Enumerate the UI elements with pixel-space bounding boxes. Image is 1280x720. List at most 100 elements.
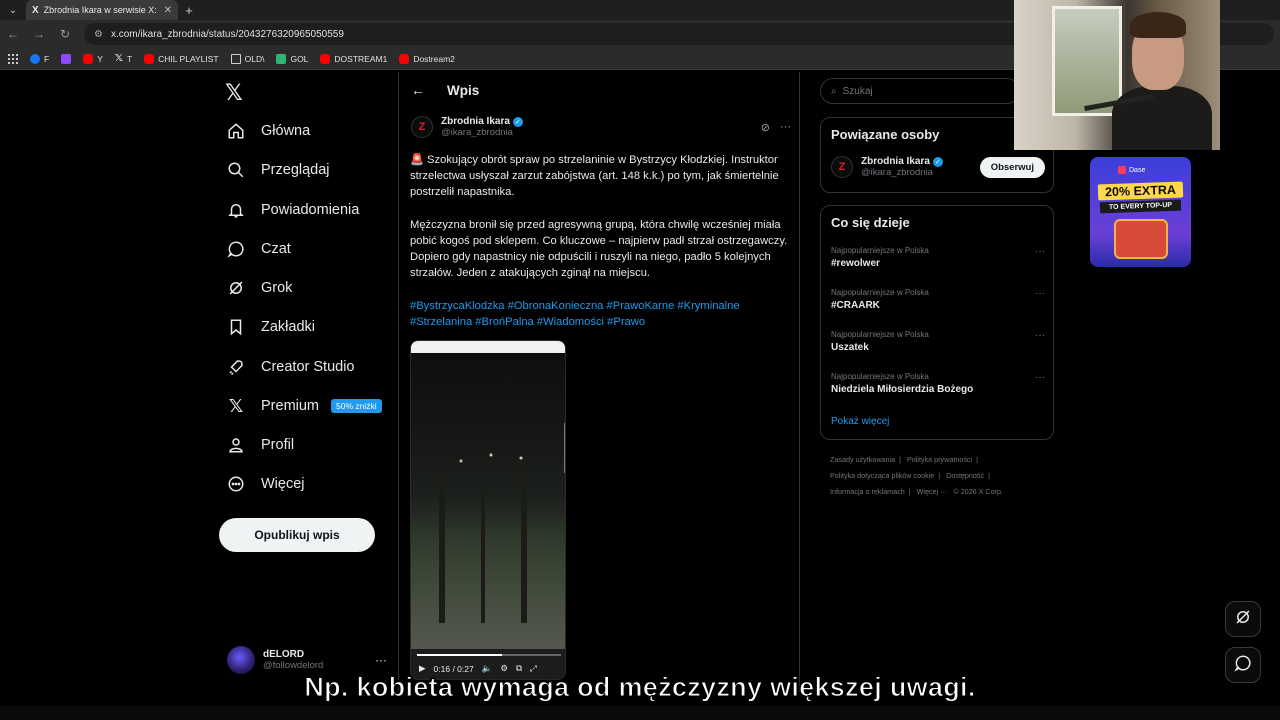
nav-item-premium[interactable]: 𝕏 Premium 50% zniżki bbox=[225, 395, 382, 417]
bookmark-item[interactable]: CHIL PLAYLIST bbox=[144, 53, 219, 64]
nav-item-explore[interactable]: Przeglądaj bbox=[225, 159, 330, 181]
related-title: Powiązane osoby bbox=[831, 127, 940, 142]
bookmark-item[interactable]: Dostream2 bbox=[399, 53, 455, 64]
tab-search-icon[interactable]: ⌄ bbox=[0, 0, 26, 20]
bottom-strip bbox=[0, 706, 1280, 720]
video-subtitle: Np. kobieta wymaga od mężczyzny większej… bbox=[304, 672, 976, 703]
author-handle[interactable]: @ikara_zbrodnia bbox=[441, 127, 523, 138]
nav-item-home[interactable]: Główna bbox=[225, 120, 310, 142]
more-dots-icon[interactable]: ··· bbox=[1035, 246, 1045, 257]
bookmark-item[interactable] bbox=[61, 53, 72, 64]
footer-links: Zasady użytkowania | Polityka prywatności… bbox=[830, 455, 1003, 496]
gol-icon bbox=[276, 53, 287, 64]
main-column: ← Wpis Z Zbrodnia Ikara ✓ @ikara_zbrodni… bbox=[398, 72, 800, 692]
related-person-handle: @ikara_zbrodnia bbox=[861, 167, 933, 178]
ad-brand: Dase bbox=[1129, 166, 1146, 174]
facebook-icon bbox=[30, 53, 40, 64]
trend-item[interactable]: Najpopularniejsze w Polska Uszatek ··· bbox=[831, 330, 1045, 353]
video-top-bar bbox=[411, 341, 565, 353]
more-dots-icon[interactable]: ··· bbox=[375, 653, 387, 667]
apps-grid-icon[interactable] bbox=[8, 53, 18, 64]
author-avatar[interactable]: Z bbox=[411, 116, 433, 138]
trend-item[interactable]: Najpopularniejsze w Polska #CRAARK ··· bbox=[831, 288, 1045, 311]
nav-item-bookmarks[interactable]: Zakładki bbox=[225, 316, 315, 338]
follow-button[interactable]: Obserwuj bbox=[979, 156, 1045, 178]
footer-link[interactable]: Polityka prywatności bbox=[907, 455, 972, 464]
treasure-chest-icon bbox=[1114, 219, 1168, 259]
x-favicon-icon: X bbox=[32, 4, 39, 16]
new-tab-button[interactable]: + bbox=[178, 3, 200, 18]
forward-icon[interactable]: → bbox=[32, 27, 46, 41]
author-avatar: Z bbox=[831, 156, 853, 178]
url-text: x.com/ikara_zbrodnia/status/204327632096… bbox=[110, 28, 344, 40]
trend-item[interactable]: Najpopularniejsze w Polska #rewolwer ··· bbox=[831, 246, 1045, 269]
footer-link[interactable]: Dostępność bbox=[946, 471, 984, 480]
x-logo-icon[interactable]: 𝕏 bbox=[225, 80, 243, 106]
related-person-name: Zbrodnia Ikara bbox=[861, 156, 930, 167]
site-info-icon[interactable]: ⚙ bbox=[94, 29, 103, 40]
trend-item[interactable]: Najpopularniejsze w Polska Niedziela Mił… bbox=[831, 372, 1045, 395]
search-input[interactable]: ⌕ Szukaj bbox=[820, 78, 1020, 104]
video-progress-bar[interactable] bbox=[417, 654, 561, 656]
nav-item-profile[interactable]: Profil bbox=[225, 434, 294, 456]
footer-link[interactable]: Polityka dotycząca plików cookie bbox=[830, 471, 934, 480]
footer-link[interactable]: Informacja o reklamach bbox=[830, 487, 905, 496]
post-paragraph: 🚨 Szokujący obrót spraw po strzelaninie … bbox=[410, 154, 779, 199]
nav-item-creator-studio[interactable]: Creator Studio bbox=[225, 356, 355, 378]
verified-badge-icon: ✓ bbox=[932, 156, 943, 167]
search-icon bbox=[225, 159, 247, 181]
folder-icon bbox=[230, 53, 241, 64]
youtube-icon bbox=[83, 53, 94, 64]
home-icon bbox=[225, 120, 247, 142]
post-author: Z Zbrodnia Ikara ✓ @ikara_zbrodnia ⊘ ··· bbox=[411, 116, 791, 138]
show-more-link[interactable]: Pokaż więcej bbox=[831, 416, 889, 427]
nav-item-grok[interactable]: Grok bbox=[225, 277, 292, 299]
more-dots-icon[interactable]: ··· bbox=[1035, 372, 1045, 383]
brand-logo-icon bbox=[1118, 166, 1126, 174]
bookmark-item[interactable]: DOSTREAM1 bbox=[320, 53, 387, 64]
back-arrow-icon[interactable]: ← bbox=[411, 82, 425, 98]
grok-explain-icon[interactable]: ⊘ bbox=[761, 121, 770, 134]
bookmark-folder[interactable]: OLD\ bbox=[230, 53, 264, 64]
tab-title: Zbrodnia Ikara w serwisie X: „🚨 bbox=[43, 4, 159, 15]
more-dots-icon[interactable]: ··· bbox=[1035, 288, 1045, 299]
verified-badge-icon: ✓ bbox=[512, 116, 523, 127]
bookmark-icon bbox=[225, 316, 247, 338]
post-button[interactable]: Opublikuj wpis bbox=[219, 518, 375, 552]
video-player[interactable]: ▶ 0:16 / 0:27 🔈 ⚙ ⧉ ⤢ bbox=[410, 340, 566, 680]
nav-item-more[interactable]: Więcej bbox=[225, 473, 305, 495]
author-name[interactable]: Zbrodnia Ikara bbox=[441, 116, 510, 127]
grok-float-button[interactable] bbox=[1225, 601, 1261, 637]
sponsor-ad: Dase 20% EXTRA TO EVERY TOP-UP bbox=[1090, 157, 1191, 267]
related-person[interactable]: Z Zbrodnia Ikara ✓ @ikara_zbrodnia Obser… bbox=[831, 156, 1045, 178]
post-hashtags[interactable]: #BystrzycaKlodzka #ObronaKonieczna #Praw… bbox=[410, 298, 790, 330]
back-icon[interactable]: ← bbox=[6, 27, 20, 41]
bookmark-item[interactable]: F bbox=[30, 53, 49, 64]
footer-link[interactable]: Zasady użytkowania bbox=[830, 455, 895, 464]
twitch-icon bbox=[61, 53, 72, 64]
ad-headline: 20% EXTRA bbox=[1097, 181, 1184, 201]
post-paragraph: Mężczyzna bronił się przed agresywną gru… bbox=[410, 218, 788, 280]
footer-link[interactable]: Więcej ··· bbox=[917, 487, 948, 496]
grok-icon bbox=[1234, 608, 1252, 631]
bookmark-item[interactable]: 𝕏T bbox=[115, 53, 132, 64]
close-tab-icon[interactable]: ✕ bbox=[164, 5, 172, 16]
account-switcher[interactable]: dELORD @followdelord ··· bbox=[227, 646, 387, 674]
more-options-icon[interactable]: ··· bbox=[780, 121, 791, 134]
nav-item-notifications[interactable]: Powiadomienia bbox=[225, 199, 359, 221]
bookmark-item[interactable]: Y bbox=[83, 53, 103, 64]
avatar bbox=[227, 646, 255, 674]
rocket-icon bbox=[225, 356, 247, 378]
browser-tab-active[interactable]: X Zbrodnia Ikara w serwisie X: „🚨 ✕ bbox=[26, 0, 178, 20]
search-placeholder: Szukaj bbox=[842, 85, 873, 97]
video-scroll-handle[interactable] bbox=[564, 423, 565, 473]
post-text: 🚨 Szokujący obrót spraw po strzelaninie … bbox=[410, 152, 794, 297]
premium-discount-badge: 50% zniżki bbox=[331, 399, 382, 413]
bell-icon bbox=[225, 199, 247, 221]
bookmark-item[interactable]: GOL bbox=[276, 53, 308, 64]
reload-icon[interactable]: ↻ bbox=[58, 27, 72, 41]
more-dots-icon[interactable]: ··· bbox=[1035, 330, 1045, 341]
nav-item-chat[interactable]: Czat bbox=[225, 238, 291, 260]
youtube-icon bbox=[144, 53, 155, 64]
grok-icon bbox=[225, 277, 247, 299]
